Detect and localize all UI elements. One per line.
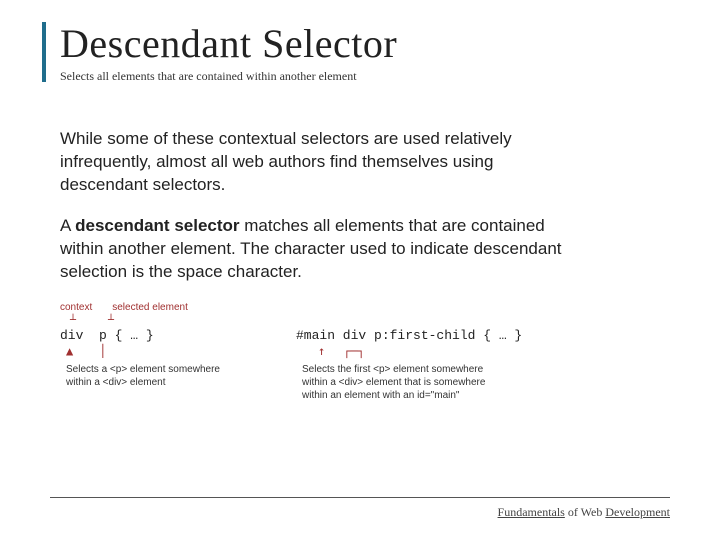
footer-rule bbox=[50, 497, 670, 498]
explanation-2: Selects the first <p> element somewhere … bbox=[302, 363, 492, 402]
slide: Descendant Selector Selects all elements… bbox=[0, 0, 720, 540]
para2-pre: A bbox=[60, 216, 75, 235]
arrow-up-icon: ▲ bbox=[66, 345, 73, 357]
accent-bar bbox=[42, 22, 46, 82]
explanation-1: Selects a <p> element somewhere within a… bbox=[66, 363, 236, 389]
label-context: context bbox=[60, 302, 92, 313]
arrow-up-icon: ↑ bbox=[318, 345, 325, 357]
paragraph-1: While some of these contextual selectors… bbox=[60, 128, 580, 197]
pipe-icon: │ bbox=[99, 345, 106, 357]
example-1: context selected element ┴ ┴ div p { … }… bbox=[60, 302, 236, 402]
footer-word-2: of Web bbox=[565, 505, 605, 519]
page-subtitle: Selects all elements that are contained … bbox=[60, 69, 670, 84]
footer-word-1: Fundamentals bbox=[498, 505, 565, 519]
tick-icon: ┴ bbox=[108, 315, 114, 326]
spacer bbox=[296, 302, 522, 328]
footer-text: Fundamentals of Web Development bbox=[498, 505, 670, 520]
example-2: #main div p:first-child { … } ↑ ┌─┐ Sele… bbox=[296, 302, 522, 402]
code-example-2: #main div p:first-child { … } bbox=[296, 328, 522, 343]
tick-icon: ┴ bbox=[70, 315, 76, 326]
labels-row: context selected element bbox=[60, 302, 236, 313]
ticks-row: ┴ ┴ bbox=[70, 315, 236, 326]
arrow-row-2: ↑ ┌─┐ bbox=[318, 345, 522, 357]
code-example-1: div p { … } bbox=[60, 328, 236, 343]
term-descendant-selector: descendant selector bbox=[75, 216, 239, 235]
page-title: Descendant Selector bbox=[60, 20, 670, 67]
paragraph-2: A descendant selector matches all elemen… bbox=[60, 215, 580, 284]
diagram-area: context selected element ┴ ┴ div p { … }… bbox=[60, 302, 670, 402]
footer-word-3: Development bbox=[605, 505, 670, 519]
bracket-icon: ┌─┐ bbox=[343, 345, 365, 357]
arrow-row-1: ▲ │ bbox=[66, 345, 236, 357]
label-selected-element: selected element bbox=[112, 302, 188, 313]
